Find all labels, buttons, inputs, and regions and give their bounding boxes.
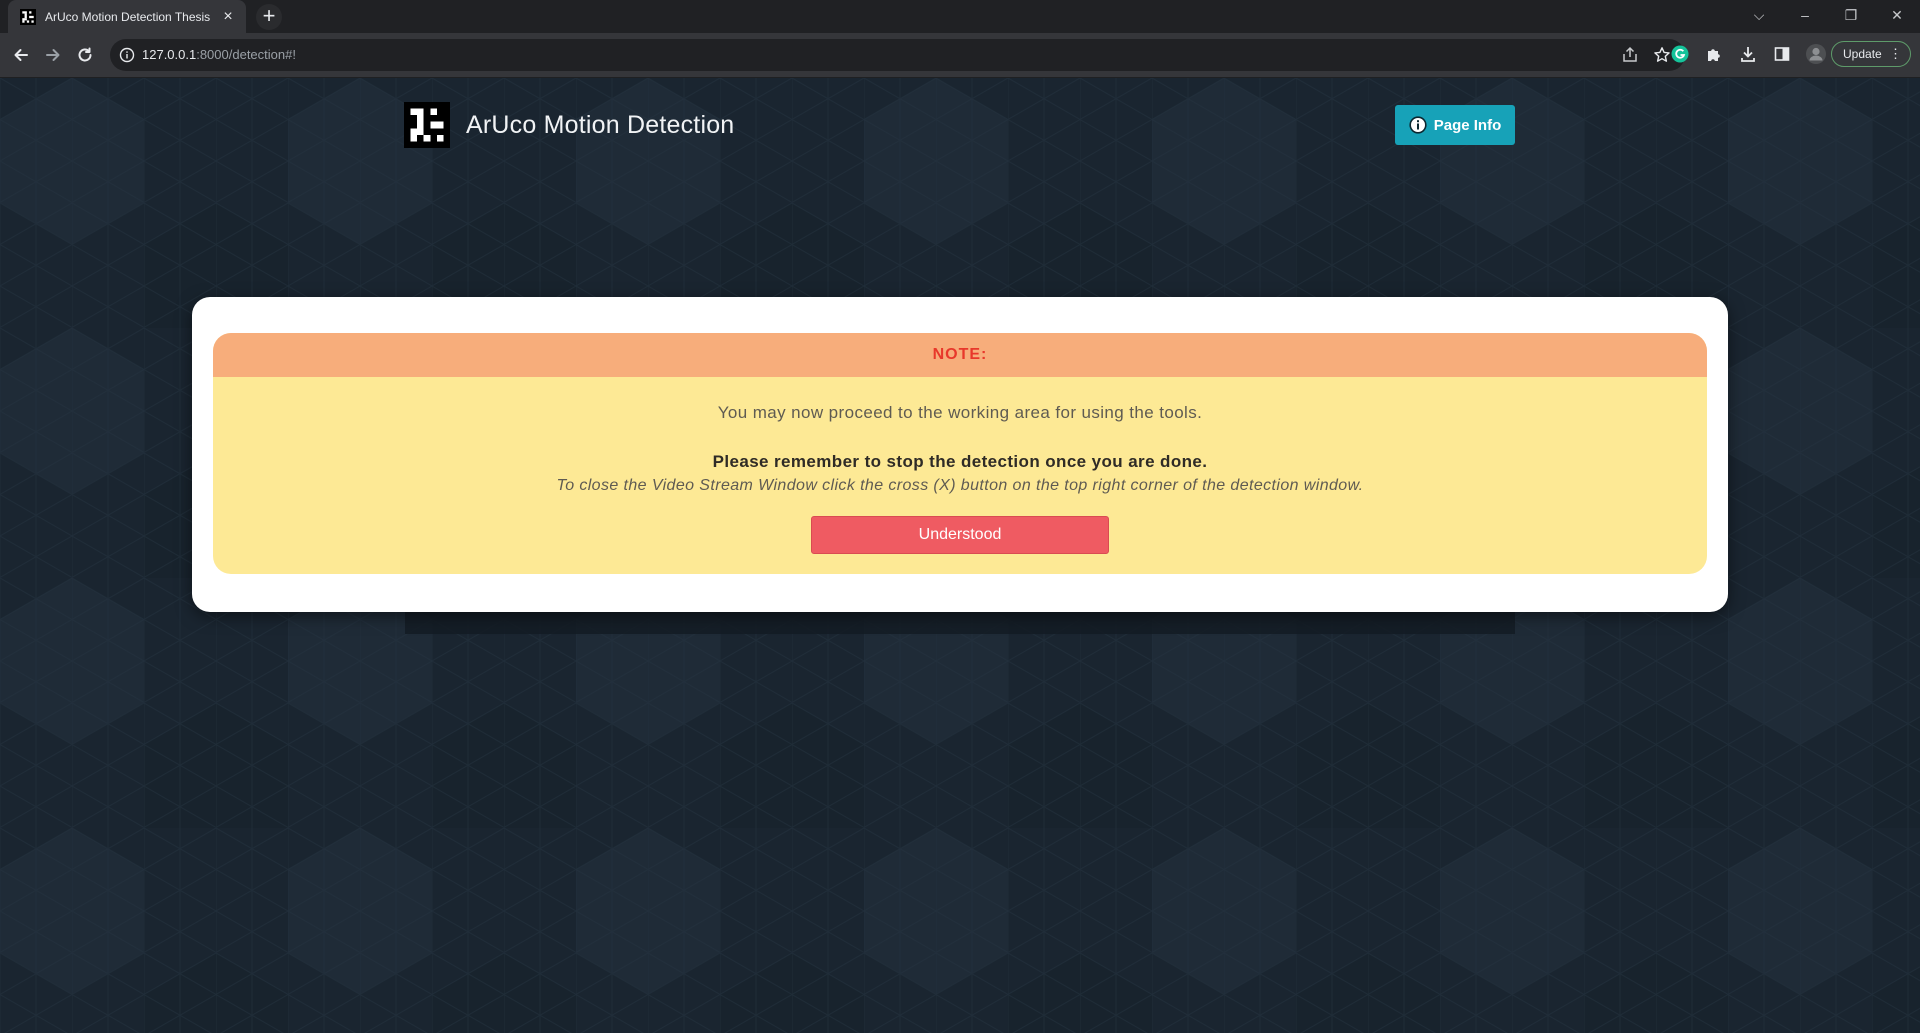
site-info-icon[interactable] — [119, 47, 135, 63]
restore-icon[interactable]: ❐ — [1828, 0, 1874, 30]
window-controls: ⌵ – ❐ ✕ — [1736, 0, 1920, 30]
info-icon — [1409, 116, 1427, 134]
note-title: NOTE: — [932, 346, 988, 363]
browser-tab[interactable]: ArUco Motion Detection Thesis × — [8, 0, 246, 33]
new-tab-button[interactable]: + — [256, 4, 282, 30]
extensions-puzzle-icon[interactable] — [1703, 43, 1725, 65]
update-button[interactable]: Update ⋮ — [1831, 41, 1911, 67]
aruco-favicon-icon — [20, 8, 36, 25]
back-icon[interactable] — [9, 43, 33, 67]
profile-avatar[interactable] — [1805, 43, 1827, 65]
tab-search-icon[interactable]: ⌵ — [1736, 0, 1782, 30]
site-title: ArUco Motion Detection — [466, 110, 735, 139]
page-info-label: Page Info — [1433, 116, 1502, 134]
minimize-icon[interactable]: – — [1782, 0, 1828, 30]
page-info-button[interactable]: Page Info — [1395, 105, 1515, 145]
more-menu-icon[interactable]: ⋮ — [1889, 47, 1902, 61]
browser-toolbar: 127.0.0.1:8000/detection#! Update ⋮ — [0, 33, 1920, 78]
share-icon[interactable] — [1621, 46, 1639, 64]
side-panel-icon[interactable] — [1771, 43, 1793, 65]
url-text[interactable]: 127.0.0.1:8000/detection#! — [142, 47, 296, 62]
aruco-marker-logo — [404, 102, 450, 148]
url-path: :8000/detection#! — [196, 47, 296, 62]
note-proceed-text: You may now proceed to the working area … — [717, 403, 1203, 422]
extension-icons — [1669, 43, 1827, 65]
site-brand[interactable]: ArUco Motion Detection — [404, 102, 734, 148]
reload-icon[interactable] — [73, 43, 97, 67]
forward-icon[interactable] — [41, 43, 65, 67]
url-host: 127.0.0.1 — [142, 47, 197, 62]
tab-close-icon[interactable]: × — [220, 8, 236, 25]
note-close-instructions: To close the Video Stream Window click t… — [556, 477, 1364, 494]
understood-button[interactable]: Understood — [811, 516, 1109, 554]
note-stop-reminder: Please remember to stop the detection on… — [712, 452, 1208, 471]
tab-title: ArUco Motion Detection Thesis — [45, 9, 211, 24]
download-icon[interactable] — [1737, 43, 1759, 65]
page-content: ArUco Motion Detection Page Info NOTE: Y… — [0, 78, 1920, 1033]
address-bar[interactable]: 127.0.0.1:8000/detection#! — [110, 39, 1685, 71]
grammarly-icon[interactable] — [1669, 43, 1691, 65]
update-label: Update — [1843, 47, 1882, 61]
tab-strip: ArUco Motion Detection Thesis × + ⌵ – ❐ … — [0, 0, 1920, 33]
close-window-icon[interactable]: ✕ — [1874, 0, 1920, 30]
note-box: NOTE: You may now proceed to the working… — [213, 333, 1707, 574]
note-header: NOTE: — [213, 333, 1707, 377]
note-modal: NOTE: You may now proceed to the working… — [192, 297, 1728, 612]
